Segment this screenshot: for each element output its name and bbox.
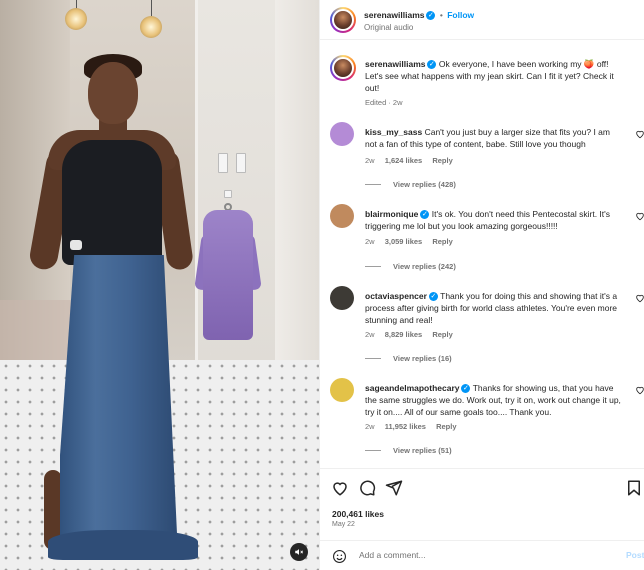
pendant-lamp: [65, 8, 87, 30]
likes-count[interactable]: 200,461 likes: [332, 509, 384, 519]
add-comment-bar: Add a comment... Post: [320, 540, 644, 570]
audio-label[interactable]: Original audio: [364, 23, 413, 32]
wrist-watch: [70, 240, 82, 250]
comment-likes[interactable]: 3,059 likes: [385, 237, 423, 246]
comment-username[interactable]: blairmonique: [365, 209, 418, 219]
comment-age: 2w: [365, 422, 375, 431]
comment-username[interactable]: octaviaspencer: [365, 291, 427, 301]
post-comment-button[interactable]: Post: [626, 550, 644, 560]
comment-likes[interactable]: 8,829 likes: [385, 330, 423, 339]
comments-feed[interactable]: serenawilliams ✓ Ok everyone, I have been…: [320, 41, 644, 468]
jean-skirt: [60, 255, 178, 555]
post-header: serenawilliams ✓ • Follow Original audio: [320, 0, 644, 40]
comment-like-heart-icon[interactable]: [635, 129, 644, 139]
lamp-cord: [151, 0, 152, 16]
comment-like-heart-icon[interactable]: [635, 385, 644, 395]
author-avatar[interactable]: [330, 55, 356, 81]
post-actions: 200,461 likes May 22 Add a comment... Po…: [320, 468, 644, 568]
commenter-avatar[interactable]: [330, 204, 354, 228]
jean-skirt-hem: [48, 530, 198, 560]
reply-button[interactable]: Reply: [432, 330, 452, 339]
post-sidebar: serenawilliams ✓ • Follow Original audio …: [319, 0, 644, 570]
post-date[interactable]: May 22: [332, 521, 355, 528]
muted-speaker-icon: [295, 549, 304, 555]
bookmark-icon[interactable]: [625, 479, 643, 497]
commenter-avatar[interactable]: [330, 378, 354, 402]
comment-input[interactable]: Add a comment...: [359, 550, 599, 560]
verified-badge-icon: ✓: [461, 384, 471, 394]
comment-age: 2w: [365, 330, 375, 339]
view-replies-button[interactable]: View replies (51): [365, 446, 452, 455]
view-replies-button[interactable]: View replies (242): [365, 262, 456, 271]
author-avatar[interactable]: [330, 7, 356, 33]
pendant-lamp: [140, 16, 162, 38]
reply-button[interactable]: Reply: [432, 237, 452, 246]
author-username[interactable]: serenawilliams: [364, 10, 424, 20]
commenter-avatar[interactable]: [330, 122, 354, 146]
comment-username[interactable]: kiss_my_sass: [365, 127, 422, 137]
comment-age: 2w: [365, 237, 375, 246]
verified-badge-icon: ✓: [427, 60, 437, 70]
mute-toggle-button[interactable]: [290, 543, 308, 561]
purple-robe: [203, 210, 253, 340]
comment-age: 2w: [365, 156, 375, 165]
reply-button[interactable]: Reply: [436, 422, 456, 431]
reply-button[interactable]: Reply: [432, 156, 452, 165]
person-head: [88, 62, 138, 124]
view-replies-button[interactable]: View replies (428): [365, 180, 456, 189]
comment-like-heart-icon[interactable]: [635, 211, 644, 221]
caption-username[interactable]: serenawilliams: [365, 59, 425, 69]
caption-meta: Edited · 2w: [365, 98, 403, 107]
post-video[interactable]: [0, 0, 319, 570]
light-switch: [218, 153, 228, 173]
share-icon[interactable]: [385, 479, 403, 497]
wall-outlet: [224, 190, 232, 198]
emoji-icon[interactable]: [332, 549, 347, 564]
light-switch: [236, 153, 246, 173]
view-replies-button[interactable]: View replies (16): [365, 354, 452, 363]
comment-likes[interactable]: 11,952 likes: [385, 422, 426, 431]
heart-icon[interactable]: [331, 479, 349, 497]
comment-username[interactable]: sageandelmapothecary: [365, 383, 459, 393]
comment-icon[interactable]: [358, 479, 376, 497]
verified-badge-icon: ✓: [420, 210, 430, 220]
verified-badge-icon: ✓: [426, 11, 436, 21]
verified-badge-icon: ✓: [428, 292, 438, 302]
follow-button[interactable]: Follow: [447, 10, 474, 20]
commenter-avatar[interactable]: [330, 286, 354, 310]
comment-likes[interactable]: 1,624 likes: [385, 156, 423, 165]
comment-like-heart-icon[interactable]: [635, 293, 644, 303]
